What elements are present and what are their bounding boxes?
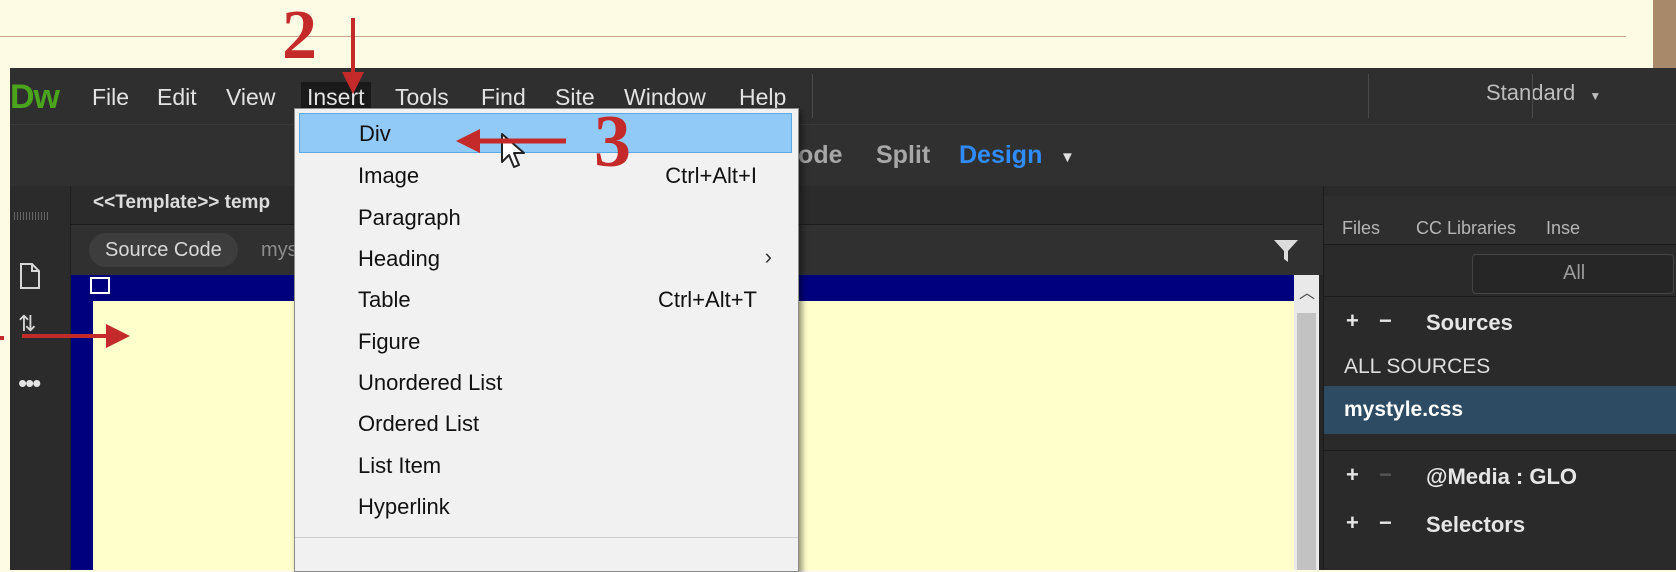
insert-paragraph-item[interactable]: Paragraph (299, 198, 792, 238)
menu-separator (1532, 74, 1533, 118)
tab-cc-libraries[interactable]: CC Libraries (1416, 218, 1516, 239)
dw-logo: Dw (10, 78, 60, 116)
workspace-label: Standard (1486, 80, 1576, 105)
panel-tabs: Files CC Libraries Inse (1324, 196, 1676, 245)
menu-item-label: Hyperlink (358, 494, 450, 519)
insert-figure-item[interactable]: Figure (299, 322, 792, 362)
selectors-header: Selectors (1426, 512, 1526, 537)
menu-item-label: Heading (358, 246, 440, 271)
vertical-scrollbar[interactable]: ︿ (1294, 275, 1319, 570)
menu-separator (1368, 74, 1369, 118)
document-toolbar: Code Split Design ▼ (10, 124, 1676, 188)
selected-source-row[interactable]: mystyle.css (1324, 386, 1676, 434)
menu-item-shortcut: Ctrl+Alt+I (665, 163, 757, 188)
add-source-icon[interactable]: + (1346, 308, 1359, 334)
chevron-down-icon: ▼ (1589, 89, 1602, 103)
workspace-switcher[interactable]: Standard ▼ (1486, 80, 1601, 106)
left-arrow-annotation (456, 129, 566, 153)
menu-item-label: Div (359, 121, 391, 146)
menu-view[interactable]: View (226, 82, 275, 112)
insert-menu-dropdown: Div Image Ctrl+Alt+I Paragraph Heading ›… (294, 108, 799, 572)
grip-handle[interactable] (14, 212, 48, 220)
step-number-3: 3 (594, 101, 631, 183)
menu-item-label: Unordered List (358, 370, 503, 395)
menu-item-label: Ordered List (358, 411, 480, 436)
insert-list-item-item[interactable]: List Item (299, 446, 792, 486)
insert-unordered-list-item[interactable]: Unordered List (299, 363, 792, 403)
submenu-chevron-icon: › (764, 244, 772, 269)
left-tool-strip: ⇅ ••• (10, 186, 71, 570)
menu-item-label: Table (358, 287, 411, 312)
selected-source-label: mystyle.css (1344, 398, 1464, 421)
css-filter-label: All (1563, 262, 1586, 284)
remove-source-icon[interactable]: − (1379, 308, 1392, 334)
tab-insert[interactable]: Inse (1546, 218, 1580, 239)
menu-item-label: Figure (358, 329, 421, 354)
slide-divider-line (0, 36, 1626, 37)
red-mark (0, 336, 4, 340)
scrollbar-thumb[interactable] (1297, 313, 1316, 570)
panel-divider (1324, 296, 1676, 297)
down-arrow-annotation (342, 18, 364, 94)
menu-separator (812, 74, 813, 118)
filter-icon[interactable] (1273, 239, 1299, 263)
step-number-2: 2 (282, 0, 317, 74)
right-panel: Files CC Libraries Inse All + − Sources … (1323, 186, 1676, 570)
remove-media-icon: − (1379, 462, 1392, 487)
menu-file[interactable]: File (92, 82, 129, 112)
insert-image-item[interactable]: Image Ctrl+Alt+I (299, 156, 792, 196)
add-media-icon[interactable]: + (1346, 462, 1359, 488)
template-region-icon (90, 277, 110, 294)
insert-heading-item[interactable]: Heading › (299, 239, 792, 279)
all-sources-item[interactable]: ALL SOURCES (1344, 355, 1676, 379)
right-arrow-annotation (22, 324, 130, 348)
insert-ordered-list-item[interactable]: Ordered List (299, 404, 792, 444)
menu-bar: Dw File Edit View Insert Tools Find Site… (10, 68, 1676, 124)
dreamweaver-window: Dw File Edit View Insert Tools Find Site… (10, 68, 1676, 570)
panel-divider (1324, 450, 1676, 451)
new-document-icon[interactable] (18, 262, 42, 290)
menu-separator (295, 537, 798, 538)
media-header: @Media : GLO (1426, 464, 1578, 489)
tab-files[interactable]: Files (1342, 218, 1380, 239)
document-tab[interactable]: <<Template>> temp (93, 192, 270, 214)
add-selector-icon[interactable]: + (1346, 510, 1359, 536)
insert-table-item[interactable]: Table Ctrl+Alt+T (299, 280, 792, 320)
source-code-button[interactable]: Source Code (89, 233, 238, 267)
menu-item-label: List Item (358, 453, 442, 478)
menu-item-label: Paragraph (358, 205, 461, 230)
insert-hyperlink-item[interactable]: Hyperlink (299, 487, 792, 527)
menu-edit[interactable]: Edit (157, 82, 197, 112)
css-filter-dropdown[interactable]: All (1472, 254, 1674, 294)
design-view-button[interactable]: Design (959, 141, 1042, 170)
scroll-up-icon[interactable]: ︿ (1299, 279, 1315, 303)
menu-item-shortcut: Ctrl+Alt+T (657, 287, 757, 312)
chevron-down-icon[interactable]: ▼ (1060, 149, 1075, 166)
sources-header: Sources (1426, 310, 1513, 335)
related-file-link[interactable]: mys (261, 239, 298, 262)
menu-item-label: Image (358, 163, 420, 188)
remove-selector-icon[interactable]: − (1379, 510, 1392, 536)
more-options-icon[interactable]: ••• (18, 368, 41, 399)
split-view-button[interactable]: Split (876, 141, 930, 170)
